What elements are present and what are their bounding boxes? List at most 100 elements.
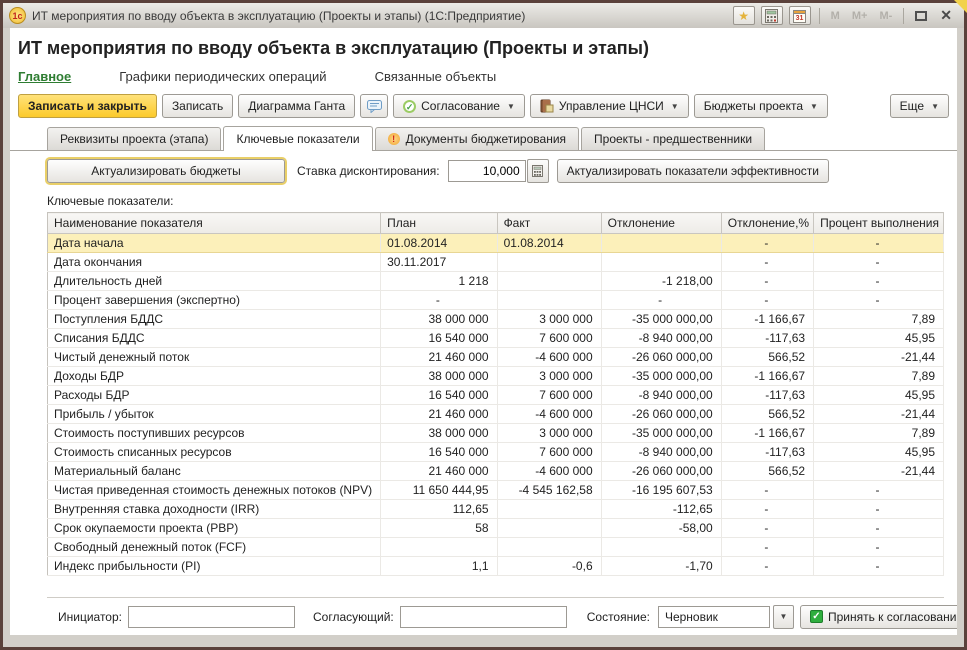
window-corner-notch: [954, 0, 967, 13]
table-cell: -: [814, 272, 944, 291]
maximize-button[interactable]: [912, 11, 930, 21]
table-cell: 566,52: [721, 405, 813, 424]
state-dropdown-button[interactable]: ▼: [773, 605, 794, 629]
table-row[interactable]: Чистый денежный поток21 460 000-4 600 00…: [48, 348, 944, 367]
table-cell: [381, 538, 497, 557]
table-row[interactable]: Дата окончания30.11.2017--: [48, 253, 944, 272]
table-row[interactable]: Внутренняя ставка доходности (IRR)112,65…: [48, 500, 944, 519]
more-menu-button[interactable]: Еще ▼: [890, 94, 949, 118]
tab-label: Документы бюджетирования: [406, 132, 566, 146]
table-cell: -8 940 000,00: [601, 329, 721, 348]
table-cell: -4 600 000: [497, 348, 601, 367]
calculator-button[interactable]: [761, 6, 783, 25]
table-cell: -4 600 000: [497, 405, 601, 424]
column-header[interactable]: Отклонение,%: [721, 213, 813, 234]
tab-project-requisites[interactable]: Реквизиты проекта (этапа): [47, 127, 221, 150]
table-row[interactable]: Длительность дней1 218-1 218,00--: [48, 272, 944, 291]
save-and-close-button[interactable]: Записать и закрыть: [18, 94, 157, 118]
1c-app-icon: 1с: [9, 7, 26, 24]
column-header[interactable]: Отклонение: [601, 213, 721, 234]
table-cell: -26 060 000,00: [601, 462, 721, 481]
check-circle-icon: ✓: [403, 100, 416, 113]
table-row[interactable]: Процент завершения (экспертно)----: [48, 291, 944, 310]
save-button[interactable]: Записать: [162, 94, 233, 118]
table-cell: -117,63: [721, 329, 813, 348]
table-cell: -: [381, 291, 497, 310]
speech-bubble-icon: [367, 100, 382, 113]
discount-rate-input[interactable]: [448, 160, 526, 182]
table-cell: Поступления БДДС: [48, 310, 381, 329]
nav-link-periodic-schedules[interactable]: Графики периодических операций: [119, 69, 326, 84]
table-row[interactable]: Расходы БДР16 540 0007 600 000-8 940 000…: [48, 386, 944, 405]
gantt-chart-button[interactable]: Диаграмма Ганта: [238, 94, 355, 118]
table-cell: -: [814, 557, 944, 576]
column-header[interactable]: План: [381, 213, 497, 234]
table-cell: -: [721, 291, 813, 310]
nav-link-related-objects[interactable]: Связанные объекты: [375, 69, 497, 84]
actualize-budgets-button[interactable]: Актуализировать бюджеты: [47, 159, 285, 183]
initiator-input[interactable]: [128, 606, 295, 628]
mdm-label: Управление ЦНСИ: [559, 99, 664, 113]
table-cell: Свободный денежный поток (FCF): [48, 538, 381, 557]
table-cell: 45,95: [814, 386, 944, 405]
column-header[interactable]: Процент выполнения: [814, 213, 944, 234]
table-cell: 1 218: [381, 272, 497, 291]
table-cell: 7 600 000: [497, 443, 601, 462]
table-cell: -: [814, 500, 944, 519]
table-row[interactable]: Доходы БДР38 000 0003 000 000-35 000 000…: [48, 367, 944, 386]
memory-add-button[interactable]: M+: [849, 10, 871, 22]
memory-recall-button[interactable]: M: [828, 10, 843, 22]
table-cell: 38 000 000: [381, 424, 497, 443]
more-label: Еще: [900, 99, 924, 113]
table-row[interactable]: Свободный денежный поток (FCF)--: [48, 538, 944, 557]
calculator-icon: [765, 9, 778, 23]
column-header[interactable]: Факт: [497, 213, 601, 234]
calendar-button[interactable]: 31: [789, 6, 811, 25]
table-cell: -117,63: [721, 386, 813, 405]
table-cell: -4 545 162,58: [497, 481, 601, 500]
column-header[interactable]: Наименование показателя: [48, 213, 381, 234]
table-cell: Списания БДДС: [48, 329, 381, 348]
table-row[interactable]: Списания БДДС16 540 0007 600 000-8 940 0…: [48, 329, 944, 348]
approver-input[interactable]: [400, 606, 567, 628]
state-value[interactable]: Черновик: [658, 606, 770, 628]
actualize-efficiency-button[interactable]: Актуализировать показатели эффективности: [557, 159, 829, 183]
discount-rate-label: Ставка дисконтирования:: [297, 164, 440, 178]
window-title: ИТ мероприятия по вводу объекта в эксплу…: [32, 9, 727, 23]
table-cell: 7 600 000: [497, 386, 601, 405]
project-budgets-label: Бюджеты проекта: [704, 99, 803, 113]
table-cell: [601, 538, 721, 557]
table-row[interactable]: Поступления БДДС38 000 0003 000 000-35 0…: [48, 310, 944, 329]
tab-budget-documents[interactable]: !Документы бюджетирования: [375, 127, 579, 150]
table-cell: [497, 291, 601, 310]
accept-label: Принять к согласованию: [828, 610, 957, 624]
comments-button[interactable]: [360, 94, 388, 118]
table-cell: Стоимость поступивших ресурсов: [48, 424, 381, 443]
table-row[interactable]: Прибыль / убыток21 460 000-4 600 000-26 …: [48, 405, 944, 424]
tab-predecessor-projects[interactable]: Проекты - предшественники: [581, 127, 765, 150]
table-row[interactable]: Дата начала01.08.201401.08.2014--: [48, 234, 944, 253]
table-row[interactable]: Срок окупаемости проекта (PBP)58-58,00--: [48, 519, 944, 538]
table-cell: -: [721, 253, 813, 272]
table-row[interactable]: Индекс прибыльности (PI)1,1-0,6-1,70--: [48, 557, 944, 576]
memory-subtract-button[interactable]: M-: [876, 10, 895, 22]
table-row[interactable]: Материальный баланс21 460 000-4 600 000-…: [48, 462, 944, 481]
table-row[interactable]: Чистая приведенная стоимость денежных по…: [48, 481, 944, 500]
table-cell: -: [601, 291, 721, 310]
accept-for-approval-button[interactable]: ✓ Принять к согласованию: [800, 605, 957, 629]
table-row[interactable]: Стоимость поступивших ресурсов38 000 000…: [48, 424, 944, 443]
table-cell: -: [721, 538, 813, 557]
approval-menu-button[interactable]: ✓ Согласование ▼: [393, 94, 525, 118]
tab-key-indicators[interactable]: Ключевые показатели: [223, 126, 372, 151]
favorites-button[interactable]: ★: [733, 6, 755, 25]
table-row[interactable]: Стоимость списанных ресурсов16 540 0007 …: [48, 443, 944, 462]
table-cell: 7,89: [814, 367, 944, 386]
table-cell: -35 000 000,00: [601, 310, 721, 329]
calculator-picker-button[interactable]: [527, 159, 549, 183]
table-cell: -16 195 607,53: [601, 481, 721, 500]
page-title: ИТ мероприятия по вводу объекта в эксплу…: [18, 38, 949, 59]
nav-link-main[interactable]: Главное: [18, 69, 71, 84]
project-budgets-menu-button[interactable]: Бюджеты проекта ▼: [694, 94, 828, 118]
table-cell: [497, 253, 601, 272]
mdm-menu-button[interactable]: Управление ЦНСИ ▼: [530, 94, 689, 118]
